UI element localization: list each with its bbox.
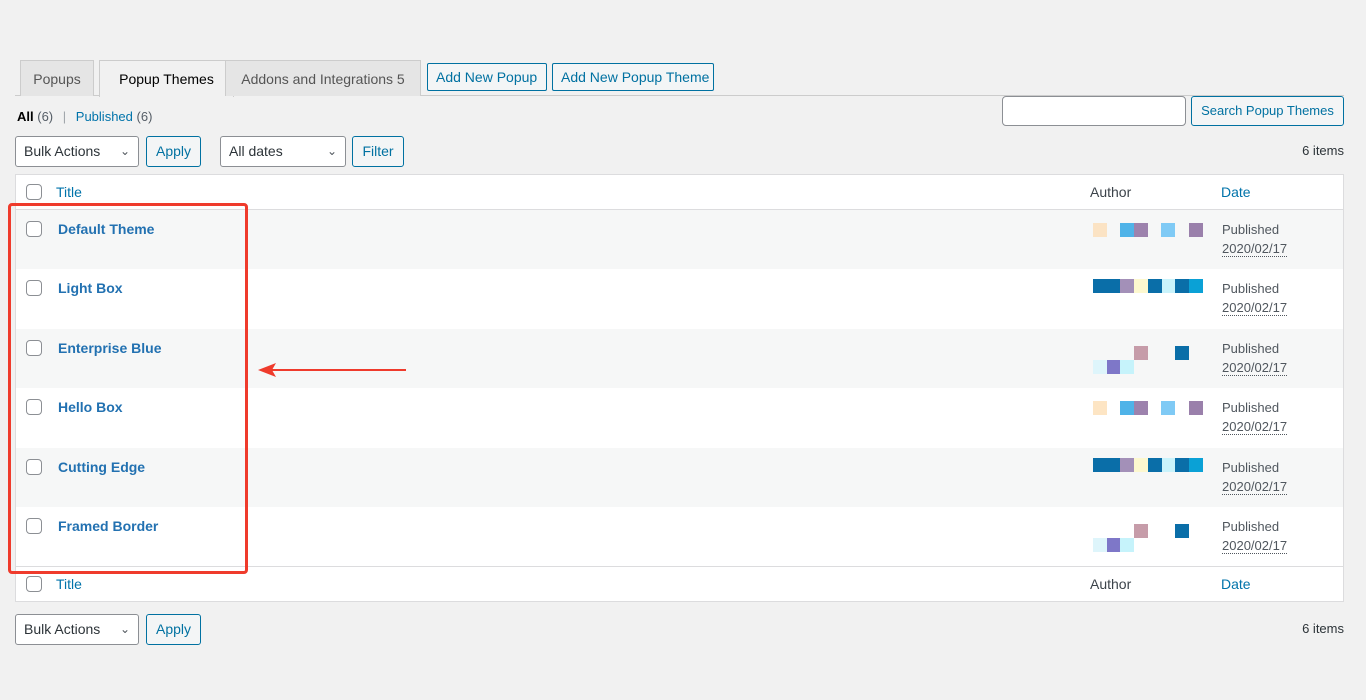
tab-addons-integrations[interactable]: Addons and Integrations 5: [225, 60, 421, 96]
popup-themes-table: Title Author Date Default Theme Publishe…: [15, 174, 1344, 603]
column-title-sort-footer[interactable]: Title: [56, 576, 82, 592]
view-filters: All (6) | Published (6): [17, 109, 152, 124]
view-published-link[interactable]: Published: [76, 109, 133, 124]
nav-tab-wrapper: Popups Popup Themes Addons and Integrati…: [15, 60, 1344, 97]
items-count-bottom: 6 items: [1302, 621, 1344, 636]
row-date-value: 2020/02/17: [1222, 478, 1288, 495]
column-title-sort[interactable]: Title: [56, 184, 82, 200]
row-checkbox[interactable]: [26, 517, 42, 534]
view-all-count: (6): [37, 109, 54, 124]
row-status: Published: [1222, 400, 1280, 416]
select-all-checkbox[interactable]: [26, 184, 42, 200]
bulk-actions-select-value: Bulk Actions: [24, 621, 101, 637]
row-title-link[interactable]: Default Theme: [58, 221, 154, 237]
search-popup-themes-button[interactable]: Search Popup Themes: [1191, 96, 1344, 126]
chevron-down-icon: ⌄: [119, 144, 130, 158]
row-status: Published: [1222, 222, 1280, 237]
row-status: Published: [1222, 518, 1280, 534]
add-new-popup-button[interactable]: Add New Popup: [427, 63, 547, 91]
filter-button[interactable]: Filter: [352, 136, 404, 167]
row-status: Published: [1222, 340, 1280, 356]
row-date: Published 2020/02/17: [1222, 339, 1288, 377]
row-date: Published 2020/02/17: [1222, 458, 1288, 496]
bulk-actions-select-value: Bulk Actions: [24, 143, 101, 159]
row-date-value: 2020/02/17: [1222, 359, 1288, 376]
date-filter-value: All dates: [229, 143, 283, 159]
add-new-popup-theme-button[interactable]: Add New Popup Theme: [552, 63, 714, 91]
table-row: Light Box Published 2020/02/17: [16, 269, 1343, 329]
view-all-link[interactable]: All: [17, 109, 34, 124]
row-title-link[interactable]: Hello Box: [58, 399, 123, 415]
row-checkbox[interactable]: [26, 221, 42, 237]
tab-popup-themes[interactable]: Popup Themes: [99, 60, 234, 97]
date-filter-select[interactable]: All dates ⌄: [220, 136, 346, 167]
author-redacted: [1079, 388, 1216, 448]
row-title-link[interactable]: Framed Border: [58, 518, 158, 534]
row-title-link[interactable]: Enterprise Blue: [58, 340, 161, 356]
bulk-actions-select-top[interactable]: Bulk Actions ⌄: [15, 136, 139, 167]
row-title-link[interactable]: Cutting Edge: [58, 459, 145, 475]
row-date-value: 2020/02/17: [1222, 241, 1288, 257]
column-author: Author: [1090, 184, 1132, 200]
bulk-actions-select-bottom[interactable]: Bulk Actions ⌄: [15, 614, 139, 645]
arrow-left-icon: [258, 363, 406, 377]
table-row: Hello Box Published 2020/02/17: [16, 388, 1343, 448]
apply-button-top[interactable]: Apply: [146, 136, 201, 167]
author-redacted: [1079, 269, 1216, 329]
row-title-link[interactable]: Light Box: [58, 280, 123, 296]
table-row: Cutting Edge Published 2020/02/17: [16, 447, 1343, 507]
row-date: Published 2020/02/17: [1222, 279, 1288, 317]
column-date-sort[interactable]: Date: [1221, 184, 1251, 200]
table-header: Title Author Date: [16, 175, 1343, 210]
chevron-down-icon: ⌄: [119, 622, 130, 636]
column-date-sort-footer[interactable]: Date: [1221, 576, 1251, 592]
table-footer: Title Author Date: [16, 566, 1343, 602]
author-redacted: [1079, 210, 1216, 270]
select-all-checkbox-footer[interactable]: [26, 576, 42, 593]
row-status: Published: [1222, 459, 1280, 475]
row-date-value: 2020/02/17: [1222, 300, 1288, 317]
chevron-down-icon: ⌄: [326, 144, 337, 158]
row-checkbox[interactable]: [26, 399, 42, 416]
items-count-top: 6 items: [1302, 143, 1344, 158]
author-redacted: [1079, 328, 1216, 389]
row-checkbox[interactable]: [26, 280, 42, 297]
apply-button-bottom[interactable]: Apply: [146, 614, 201, 645]
table-row: Framed Border Published 2020/02/17: [16, 506, 1343, 567]
row-date-value: 2020/02/17: [1222, 537, 1288, 554]
author-redacted: [1079, 447, 1216, 507]
row-status: Published: [1222, 281, 1280, 297]
column-author-footer: Author: [1090, 576, 1132, 593]
tab-popups[interactable]: Popups: [20, 60, 94, 96]
row-date-value: 2020/02/17: [1222, 419, 1288, 436]
author-redacted: [1079, 506, 1216, 567]
row-date: Published 2020/02/17: [1222, 517, 1288, 555]
table-row: Enterprise Blue Published 2020/02/17: [16, 328, 1343, 389]
row-checkbox[interactable]: [26, 339, 42, 356]
table-row: Default Theme Published 2020/02/17: [16, 210, 1343, 270]
search-input[interactable]: [1002, 96, 1186, 126]
row-date: Published 2020/02/17: [1222, 398, 1288, 436]
row-checkbox[interactable]: [26, 458, 42, 475]
row-date: Published 2020/02/17: [1222, 220, 1288, 258]
view-published-count: (6): [136, 109, 153, 124]
view-separator: |: [62, 109, 67, 124]
